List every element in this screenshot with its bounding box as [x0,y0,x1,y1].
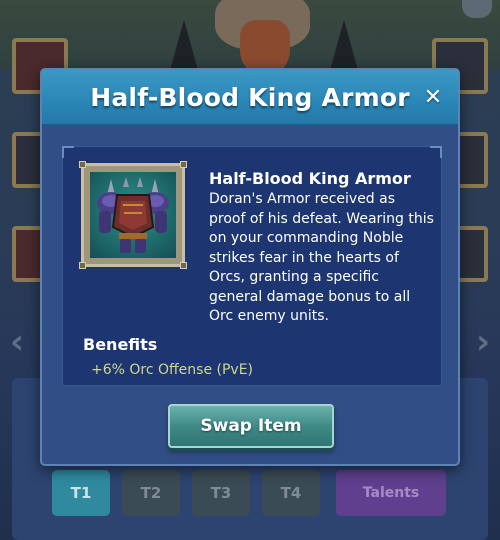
frame-rivet [79,161,86,168]
dialog-title: Half-Blood King Armor [90,82,410,112]
benefit-item: +6% Orc Offense (PvE) [91,362,254,378]
item-icon-frame [79,161,187,269]
close-icon[interactable]: ✕ [418,82,448,112]
dialog-header: Half-Blood King Armor ✕ [42,70,458,126]
swap-item-button[interactable]: Swap Item [168,404,334,448]
tab-t2[interactable]: T2 [122,470,180,516]
tab-t1[interactable]: T1 [52,470,110,516]
prev-arrow-icon[interactable]: ‹ [10,322,24,362]
tab-t3[interactable]: T3 [192,470,250,516]
tab-talents[interactable]: Talents [336,470,446,516]
benefits-label: Benefits [83,335,158,354]
tab-t4[interactable]: T4 [262,470,320,516]
item-description-block: Half-Blood King Armor Doran's Armor rece… [209,169,435,327]
character-beard [240,20,290,75]
corner-badge [462,0,492,18]
shoulder-spike-right [330,20,358,70]
armor-illustration [97,177,169,253]
item-dialog: Half-Blood King Armor ✕ Half-Blood King … [40,68,460,466]
item-name: Half-Blood King Armor [209,169,411,188]
frame-rivet [79,262,86,269]
frame-rivet [180,262,187,269]
next-arrow-icon[interactable]: › [476,322,490,362]
shoulder-spike-left [170,20,198,70]
item-info-panel: Half-Blood King Armor Doran's Armor rece… [62,146,442,386]
frame-rivet [180,161,187,168]
item-description: Doran's Armor received as proof of his d… [209,191,434,324]
armor-icon [90,172,176,258]
